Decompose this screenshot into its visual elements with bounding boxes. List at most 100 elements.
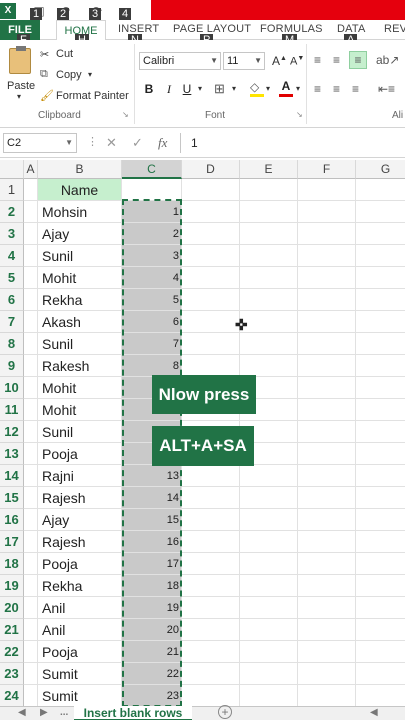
cell[interactable] [298,399,356,421]
cell[interactable] [182,531,240,553]
cell[interactable] [298,289,356,311]
format-painter-icon[interactable]: 🖌 [40,89,54,102]
row-header[interactable]: 8 [0,333,24,355]
formula-input[interactable]: 1 [180,133,405,153]
cell[interactable] [298,267,356,289]
cell[interactable] [24,311,38,333]
cell[interactable] [240,663,298,685]
align-center-icon[interactable]: ≡ [333,82,340,96]
cell[interactable] [182,575,240,597]
cell[interactable] [240,531,298,553]
cell[interactable] [356,685,405,706]
cell[interactable] [356,487,405,509]
cell[interactable] [24,487,38,509]
cell[interactable] [356,509,405,531]
cell[interactable] [182,267,240,289]
name-cell[interactable]: Rekha [38,575,122,597]
column-header-f[interactable]: F [298,160,356,179]
cell[interactable] [298,465,356,487]
cell[interactable] [298,597,356,619]
align-bottom-icon[interactable]: ≡ [349,51,367,69]
enter-icon[interactable]: ✓ [132,135,143,151]
name-cell[interactable]: Rajesh [38,487,122,509]
cell[interactable] [182,465,240,487]
name-header-cell[interactable]: Name [38,179,122,201]
cell[interactable] [298,641,356,663]
cell[interactable] [182,597,240,619]
column-header-d[interactable]: D [182,160,240,179]
helper-number-cell[interactable]: 4 [122,267,182,289]
row-header[interactable]: 12 [0,421,24,443]
clipboard-launcher-icon[interactable]: ↘ [122,110,129,119]
cell[interactable] [240,553,298,575]
font-name-combo[interactable]: Calibri ▼ [139,52,221,70]
name-cell[interactable]: Sunil [38,245,122,267]
decrease-font-icon[interactable]: A▼ [290,55,304,68]
copy-icon[interactable]: ⧉ [40,68,48,81]
cell[interactable] [356,421,405,443]
column-header-e[interactable]: E [240,160,298,179]
cell[interactable] [298,509,356,531]
cell[interactable] [298,223,356,245]
row-header[interactable]: 13 [0,443,24,465]
helper-number-cell[interactable]: 1 [122,201,182,223]
helper-number-cell[interactable]: 19 [122,597,182,619]
cell[interactable] [240,641,298,663]
insert-function-icon[interactable]: fx [158,135,167,151]
cell[interactable] [356,267,405,289]
helper-number-cell[interactable]: 7 [122,333,182,355]
cell[interactable] [240,311,298,333]
cell[interactable] [356,443,405,465]
name-cell[interactable]: Sumit [38,663,122,685]
cell[interactable] [24,223,38,245]
cell[interactable] [298,575,356,597]
helper-number-cell[interactable]: 18 [122,575,182,597]
cell[interactable] [24,531,38,553]
cell[interactable] [356,399,405,421]
increase-font-icon[interactable]: A▲ [272,54,287,68]
helper-number-cell[interactable]: 22 [122,663,182,685]
helper-number-cell[interactable]: 6 [122,311,182,333]
cell[interactable] [24,179,38,201]
cell[interactable] [298,355,356,377]
name-cell[interactable]: Pooja [38,553,122,575]
cell[interactable] [298,443,356,465]
cell[interactable] [24,399,38,421]
cell[interactable] [24,333,38,355]
row-header[interactable]: 21 [0,619,24,641]
copy-dropdown-icon[interactable]: ▾ [88,70,92,79]
name-cell[interactable]: Pooja [38,443,122,465]
add-sheet-button[interactable]: + [218,705,232,719]
orientation-icon[interactable]: ab↗ [376,53,399,67]
cell[interactable] [24,201,38,223]
row-header[interactable]: 22 [0,641,24,663]
name-cell[interactable]: Mohit [38,377,122,399]
name-cell[interactable]: Mohit [38,399,122,421]
cell[interactable] [356,663,405,685]
row-header[interactable]: 14 [0,465,24,487]
prev-sheet-icon[interactable]: ◀ [18,707,26,718]
next-sheet-icon[interactable]: ▶ [40,707,48,718]
column-header-c[interactable]: C [122,160,182,179]
cell[interactable] [182,487,240,509]
helper-number-cell[interactable]: 13 [122,465,182,487]
cell[interactable] [240,289,298,311]
cell[interactable] [240,267,298,289]
copy-button[interactable]: Copy [56,69,82,81]
helper-number-cell[interactable]: 2 [122,223,182,245]
name-cell[interactable]: Ajay [38,223,122,245]
row-header[interactable]: 18 [0,553,24,575]
cell[interactable] [24,553,38,575]
excel-app-icon[interactable]: X [0,3,16,19]
helper-number-cell[interactable]: 20 [122,619,182,641]
cell[interactable] [356,223,405,245]
helper-number-cell[interactable]: 14 [122,487,182,509]
cell[interactable] [298,179,356,201]
row-header[interactable]: 15 [0,487,24,509]
scroll-left-icon[interactable]: ◀ [370,707,378,718]
borders-dropdown-icon[interactable]: ▾ [232,84,236,93]
cell[interactable] [356,531,405,553]
helper-number-cell[interactable] [122,179,182,201]
row-header[interactable]: 24 [0,685,24,706]
name-cell[interactable]: Rakesh [38,355,122,377]
